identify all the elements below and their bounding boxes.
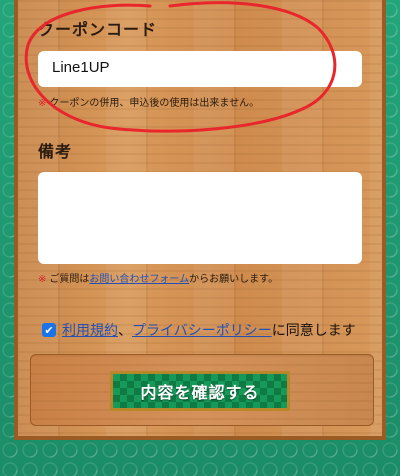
memo-note-suffix: からお願いします。 xyxy=(189,274,279,285)
memo-note-prefix: ご質問は xyxy=(49,274,90,285)
memo-note: ※ ご質問はお問い合わせフォームからお願いします。 xyxy=(38,270,278,285)
memo-label: 備考 xyxy=(38,142,73,161)
note-asterisk: ※ xyxy=(38,98,47,109)
note-asterisk: ※ xyxy=(38,274,47,285)
coupon-code-label: クーポンコード xyxy=(38,20,158,39)
terms-link[interactable]: 利用規約 xyxy=(62,320,118,340)
confirm-submit-button[interactable]: 内容を確認する xyxy=(110,371,290,411)
coupon-code-input[interactable]: Line1UP xyxy=(38,51,362,87)
agreement-suffix: に同意します xyxy=(271,323,356,339)
coupon-note: ※ クーポンの併用、申込後の使用は出来ません。 xyxy=(38,94,259,109)
privacy-policy-link[interactable]: プライバシーポリシー xyxy=(132,320,272,340)
coupon-note-text: クーポンの併用、申込後の使用は出来ません。 xyxy=(49,98,260,109)
agree-checkbox[interactable]: ✔ xyxy=(42,323,56,337)
agreement-row: ✔ 利用規約、プライバシーポリシー に同意します xyxy=(42,320,356,340)
memo-textarea[interactable] xyxy=(38,172,362,264)
contact-form-link[interactable]: お問い合わせフォーム xyxy=(89,274,189,285)
agreement-separator: 、 xyxy=(118,323,132,339)
